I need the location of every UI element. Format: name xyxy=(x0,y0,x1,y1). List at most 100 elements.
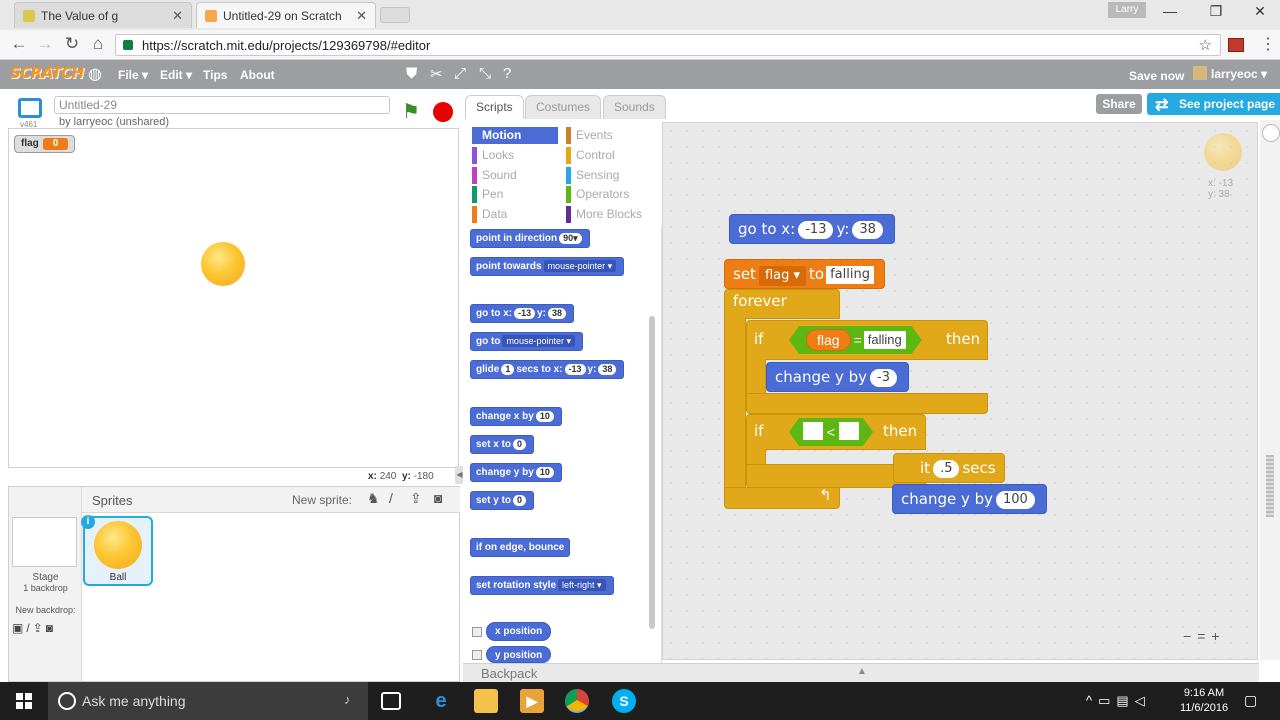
skype-icon[interactable]: S xyxy=(612,689,636,713)
info-icon[interactable]: i xyxy=(81,515,95,529)
script-forever[interactable]: forever xyxy=(724,289,840,319)
block-input[interactable]: -3 xyxy=(870,369,897,387)
menu-edit[interactable]: Edit ▾ xyxy=(160,68,192,82)
block-input[interactable]: 10 xyxy=(535,411,554,422)
image-icon[interactable]: ▣ xyxy=(12,621,26,635)
upload-icon[interactable]: ⇪ xyxy=(33,621,46,635)
palette-set-rotation-style[interactable]: set rotation style left-right ▾ xyxy=(470,576,614,595)
palette-glide[interactable]: glide 1 secs to x: -13 y: 38 xyxy=(470,360,625,379)
forward-arrow-icon[interactable]: → xyxy=(35,34,55,54)
camera-icon[interactable]: ◙ xyxy=(434,490,442,506)
stage-thumbnail[interactable] xyxy=(12,517,77,567)
shrink-icon[interactable]: ⤡ xyxy=(479,65,491,82)
zoom-out-icon[interactable]: − xyxy=(1183,628,1197,644)
windows-start-icon[interactable] xyxy=(16,693,32,709)
equals-operator[interactable]: flag = falling xyxy=(789,326,922,354)
script-set-variable[interactable]: set flag ▾ to falling xyxy=(724,259,885,289)
user-menu[interactable]: larryeoc ▾ xyxy=(1193,66,1267,81)
upload-icon[interactable]: ⇪ xyxy=(410,490,422,507)
language-globe-icon[interactable]: ◍ xyxy=(88,64,102,84)
palette-scrollbar[interactable] xyxy=(649,316,655,629)
close-icon[interactable]: ✕ xyxy=(172,3,183,29)
clock[interactable]: 9:16 AM 11/6/2016 xyxy=(1176,686,1232,716)
palette-set-y[interactable]: set y to 0 xyxy=(470,491,535,510)
save-now-button[interactable]: Save now xyxy=(1129,69,1184,83)
backpack-toggle-icon[interactable]: ▲ xyxy=(857,666,867,677)
zoom-reset-icon[interactable]: = xyxy=(1197,628,1211,644)
block-input[interactable]: 38 xyxy=(852,221,883,239)
script-change-y-100[interactable]: change y by 100 xyxy=(892,484,1047,514)
category-control[interactable]: Control xyxy=(566,147,652,164)
menu-file[interactable]: File ▾ xyxy=(118,68,148,82)
category-events[interactable]: Events xyxy=(566,127,652,144)
category-pen[interactable]: Pen xyxy=(472,186,558,203)
chevron-up-icon[interactable]: ^ xyxy=(1086,693,1098,708)
sprite-library-icon[interactable]: ♞ xyxy=(367,490,380,507)
block-input[interactable]: -13 xyxy=(798,221,834,239)
category-more-blocks[interactable]: More Blocks xyxy=(566,206,652,223)
y-position-checkbox[interactable] xyxy=(472,650,482,660)
palette-set-x[interactable]: set x to 0 xyxy=(470,435,535,454)
block-input[interactable]: 0 xyxy=(513,439,527,450)
category-looks[interactable]: Looks xyxy=(472,147,558,164)
cortana-search[interactable]: Ask me anything ♪ xyxy=(48,682,368,720)
block-dropdown[interactable]: left-right ▾ xyxy=(558,579,606,591)
help-icon[interactable]: ? xyxy=(503,65,511,82)
menu-about[interactable]: About xyxy=(240,68,275,82)
script-if-compare[interactable]: if < then xyxy=(746,414,926,450)
script-scrollbar[interactable] xyxy=(1266,455,1274,517)
variable-monitor[interactable]: flag 0 xyxy=(14,135,76,153)
x-position-checkbox[interactable] xyxy=(472,627,482,637)
project-title-input[interactable] xyxy=(54,96,390,114)
tab-value-of-g[interactable]: The Value of g ✕ xyxy=(14,2,192,28)
green-flag-icon[interactable]: ⚑ xyxy=(402,102,420,122)
file-explorer-icon[interactable] xyxy=(474,689,498,713)
block-dropdown[interactable]: mouse-pointer ▾ xyxy=(543,260,617,272)
profile-button[interactable]: Larry xyxy=(1108,2,1146,18)
category-sensing[interactable]: Sensing xyxy=(566,167,652,184)
extension-icon[interactable] xyxy=(1228,38,1244,52)
palette-change-x[interactable]: change x by 10 xyxy=(470,407,562,426)
url-input[interactable]: https://scratch.mit.edu/projects/1293697… xyxy=(115,34,1221,56)
left-operand[interactable] xyxy=(803,422,823,440)
cut-icon[interactable]: ✂ xyxy=(430,65,443,83)
palette-go-to[interactable]: go to mouse-pointer ▾ xyxy=(470,332,583,351)
scratch-logo[interactable]: SCRATCH xyxy=(10,64,84,82)
block-input[interactable]: 10 xyxy=(535,467,554,478)
palette-go-to-xy[interactable]: go to x: -13 y: 38 xyxy=(470,304,575,323)
media-player-icon[interactable]: ▶ xyxy=(520,689,544,713)
category-operators[interactable]: Operators xyxy=(566,186,652,203)
search-icon[interactable] xyxy=(1262,124,1280,142)
battery-icon[interactable]: ▭ xyxy=(1098,693,1116,708)
block-input[interactable]: -13 xyxy=(514,308,536,319)
microphone-icon[interactable]: ♪ xyxy=(344,692,351,707)
action-center-icon[interactable]: ▢ xyxy=(1244,692,1257,709)
category-data[interactable]: Data xyxy=(472,206,558,223)
back-arrow-icon[interactable]: ← xyxy=(9,34,29,54)
menu-kebab-icon[interactable]: ⋮ xyxy=(1260,34,1276,54)
task-view-icon[interactable] xyxy=(381,692,401,710)
script-wait[interactable]: it .5 secs xyxy=(893,453,1005,483)
script-go-to-xy[interactable]: go to x: -13 y: 38 xyxy=(729,214,895,244)
palette-if-on-edge-bounce[interactable]: if on edge, bounce xyxy=(470,538,571,557)
window-close-button[interactable]: ✕ xyxy=(1250,3,1270,20)
block-dropdown[interactable]: mouse-pointer ▾ xyxy=(502,335,575,347)
palette-point-towards[interactable]: point towards mouse-pointer ▾ xyxy=(470,257,625,276)
block-input[interactable]: 38 xyxy=(548,308,567,319)
flag-reporter[interactable]: flag xyxy=(806,329,851,351)
category-sound[interactable]: Sound xyxy=(472,167,558,184)
tab-scripts[interactable]: Scripts xyxy=(465,95,524,119)
network-icon[interactable]: ▤ xyxy=(1116,693,1134,708)
block-input[interactable]: 90▾ xyxy=(559,233,582,244)
less-than-operator[interactable]: < xyxy=(789,418,873,446)
script-change-y[interactable]: change y by -3 xyxy=(766,362,909,392)
tab-costumes[interactable]: Costumes xyxy=(525,95,602,119)
block-input[interactable]: falling xyxy=(826,266,874,284)
duplicate-stamp-icon[interactable]: ⛊ xyxy=(406,65,417,82)
reload-icon[interactable]: ↻ xyxy=(62,34,82,54)
maximize-button[interactable]: ❐ xyxy=(1206,3,1226,20)
ball-sprite[interactable] xyxy=(201,242,245,286)
grow-icon[interactable]: ⤢ xyxy=(454,65,466,82)
palette-point-in-direction[interactable]: point in direction 90▾ xyxy=(470,229,590,248)
block-input[interactable]: 38 xyxy=(598,364,617,375)
